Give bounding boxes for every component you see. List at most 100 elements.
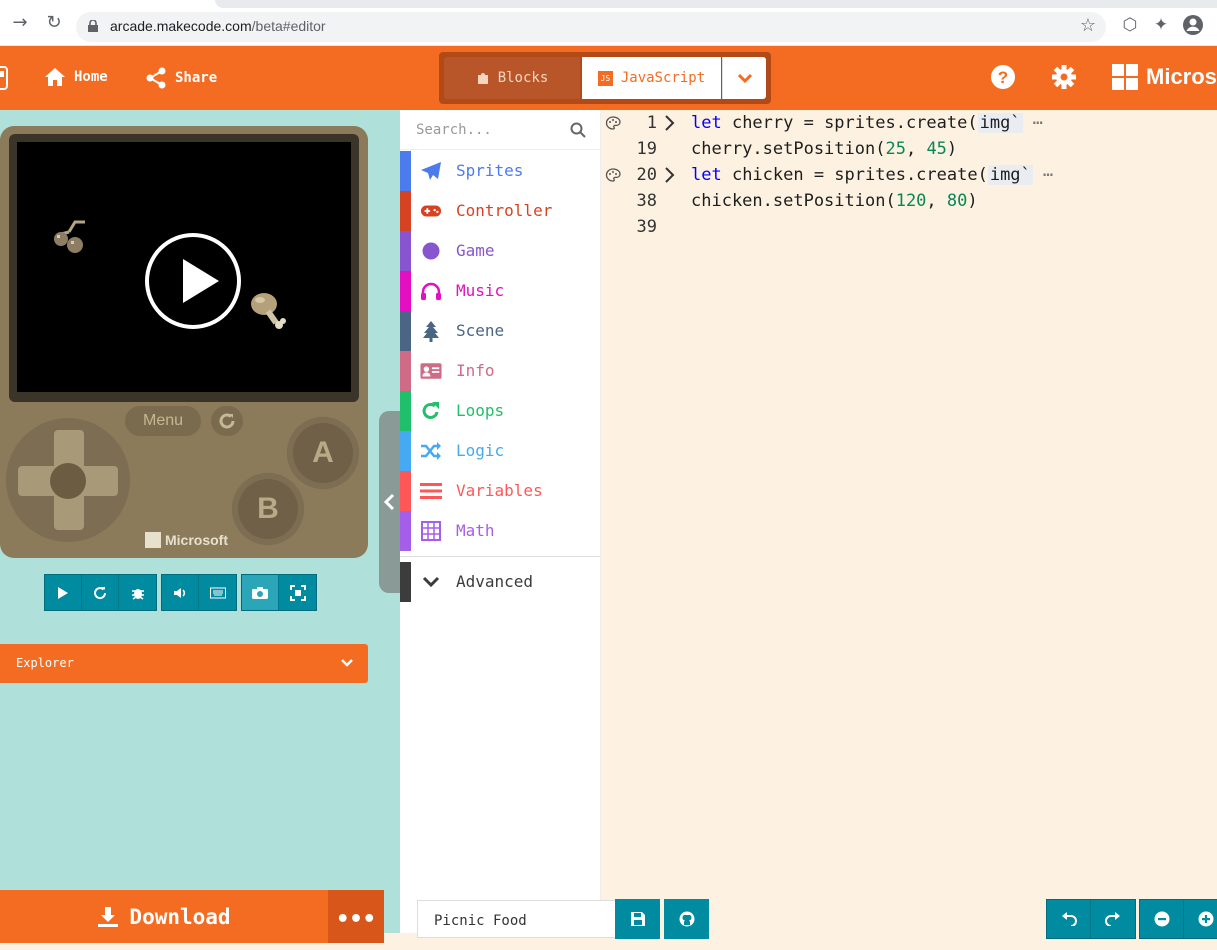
arcade-logo-icon[interactable] <box>0 66 8 90</box>
extension-icon[interactable]: ⬡ <box>1119 14 1141 36</box>
profile-icon[interactable] <box>1182 14 1204 36</box>
code-line[interactable]: 19 cherry.setPosition(25, 45) <box>601 136 1217 162</box>
category-info[interactable]: Info <box>400 351 600 391</box>
code-line[interactable]: 1 let cherry = sprites.create(img` ⋯ <box>601 110 1217 136</box>
keyboard-button[interactable] <box>199 575 236 610</box>
keyboard-icon <box>209 587 226 598</box>
address-bar[interactable]: arcade.makecode.com/beta#editor ☆ <box>76 12 1106 42</box>
dpad[interactable] <box>6 418 130 542</box>
mute-button[interactable] <box>162 575 199 610</box>
category-color-bar <box>400 511 411 551</box>
share-button[interactable]: Share <box>145 67 217 89</box>
forward-icon[interactable]: → <box>10 13 30 33</box>
list-icon <box>420 481 442 501</box>
code-line[interactable]: 20 let chicken = sprites.create(img` ⋯ <box>601 162 1217 188</box>
chevron-down-icon <box>420 572 442 592</box>
home-icon <box>45 68 65 86</box>
undo-button[interactable] <box>1047 900 1091 938</box>
javascript-label: JavaScript <box>620 70 706 86</box>
category-controller[interactable]: Controller <box>400 191 600 231</box>
line-number: 39 <box>636 217 657 237</box>
windows-logo-icon <box>145 532 161 548</box>
b-button[interactable]: B <box>232 473 304 545</box>
blocks-tab[interactable]: Blocks <box>444 57 580 99</box>
language-dropdown-button[interactable] <box>722 57 766 99</box>
explorer-toggle[interactable]: Explorer <box>0 644 368 683</box>
chevron-right-icon[interactable] <box>663 110 677 136</box>
refresh-icon <box>420 401 442 421</box>
category-variables[interactable]: Variables <box>400 471 600 511</box>
category-label: Music <box>456 281 505 300</box>
category-game[interactable]: Game <box>400 231 600 271</box>
collapse-simulator-handle[interactable] <box>379 411 400 593</box>
play-overlay-button[interactable] <box>145 233 241 329</box>
menu-button[interactable]: Menu <box>125 406 201 436</box>
sim-control-group <box>44 574 157 611</box>
search-input[interactable] <box>414 120 564 140</box>
reload-icon[interactable]: ↻ <box>44 13 64 33</box>
game-screen[interactable] <box>17 142 351 392</box>
id-card-icon <box>420 361 442 381</box>
bug-icon <box>131 588 144 600</box>
refresh-icon <box>219 413 235 429</box>
line-number: 38 <box>636 191 657 211</box>
zoom-group <box>1139 899 1217 939</box>
palette-icon[interactable] <box>605 168 621 182</box>
shuffle-icon <box>420 441 442 461</box>
category-scene[interactable]: Scene <box>400 311 600 351</box>
category-loops[interactable]: Loops <box>400 391 600 431</box>
screen-bezel <box>9 134 359 402</box>
code-line[interactable]: 38 chicken.setPosition(120, 80) <box>601 188 1217 214</box>
undo-redo-group <box>1046 899 1136 939</box>
debug-button[interactable] <box>119 575 156 610</box>
download-options-button[interactable]: ••• <box>328 890 384 943</box>
gear-icon[interactable] <box>1051 64 1077 90</box>
zoom-out-button[interactable] <box>1140 900 1184 938</box>
category-color-bar <box>400 191 411 231</box>
category-music[interactable]: Music <box>400 271 600 311</box>
project-name-input[interactable] <box>432 912 612 930</box>
a-button[interactable]: A <box>287 417 359 489</box>
javascript-tab[interactable]: JS JavaScript <box>582 57 721 99</box>
redo-button[interactable] <box>1091 900 1135 938</box>
restart-button[interactable] <box>82 575 119 610</box>
home-button[interactable]: Home <box>44 67 108 87</box>
chevron-right-icon[interactable] <box>663 162 677 188</box>
home-label: Home <box>74 69 108 85</box>
paper-plane-icon <box>420 161 442 181</box>
search-icon[interactable] <box>570 122 586 138</box>
play-button[interactable] <box>45 575 82 610</box>
tree-icon <box>420 321 442 342</box>
category-sprites[interactable]: Sprites <box>400 151 600 191</box>
line-number: 19 <box>636 139 657 159</box>
category-label: Variables <box>456 481 543 500</box>
fullscreen-icon <box>289 584 306 601</box>
share-icon <box>146 67 166 89</box>
category-color-bar <box>400 391 411 431</box>
restart-game-button[interactable] <box>211 406 243 436</box>
github-button[interactable] <box>664 899 709 939</box>
microsoft-logo[interactable]: Microso <box>1112 64 1217 90</box>
download-label: Download <box>129 904 231 929</box>
category-color-bar <box>400 231 411 271</box>
code-text: chicken.setPosition(120, 80) <box>691 191 978 211</box>
palette-icon[interactable] <box>605 116 621 130</box>
help-icon[interactable]: ? <box>990 64 1016 90</box>
cherry-sprite <box>54 220 85 253</box>
puzzle-icon[interactable]: ✦ <box>1150 14 1172 36</box>
chevron-down-icon <box>341 659 353 667</box>
category-logic[interactable]: Logic <box>400 431 600 471</box>
bookmark-star-icon[interactable]: ☆ <box>1080 15 1096 36</box>
code-line[interactable]: 39 <box>601 214 1217 240</box>
fullscreen-button[interactable] <box>279 575 316 610</box>
code-editor[interactable]: 1 let cherry = sprites.create(img` ⋯ 19 che… <box>601 110 1217 933</box>
category-advanced[interactable]: Advanced <box>400 562 600 602</box>
download-button[interactable]: Download <box>0 890 328 943</box>
category-math[interactable]: Math <box>400 511 600 551</box>
browser-toolbar: → ↻ arcade.makecode.com/beta#editor ☆ ⬡ … <box>0 0 1217 46</box>
gamepad-icon <box>420 201 442 221</box>
zoom-in-button[interactable] <box>1184 900 1217 938</box>
screenshot-button[interactable] <box>242 575 279 610</box>
floppy-disk-icon <box>630 912 645 926</box>
save-button[interactable] <box>615 899 660 939</box>
